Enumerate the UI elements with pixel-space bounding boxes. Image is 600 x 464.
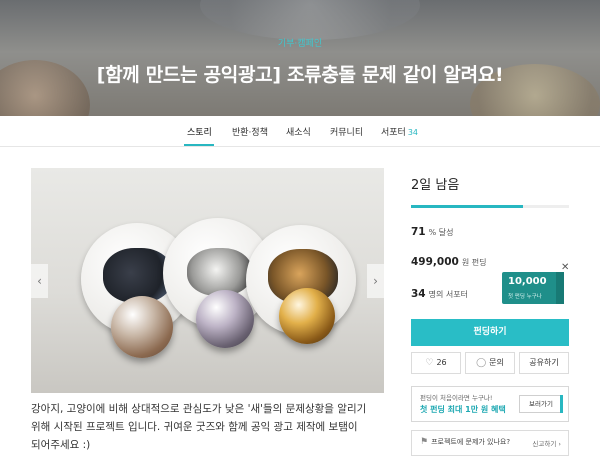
achievement-rate: 71% 달성: [411, 226, 454, 238]
tab-story[interactable]: 스토리: [187, 125, 212, 138]
heart-icon: ♡: [425, 358, 434, 368]
coupon-banner[interactable]: 10,000 첫 펀딩 누구나: [502, 272, 564, 304]
coupon-edge: [556, 272, 564, 304]
coupon-subtext: 첫 펀딩 누구나: [508, 294, 542, 300]
report-link[interactable]: 신고하기 ›: [532, 438, 561, 448]
glass-magnet-2: [196, 290, 254, 348]
report-question: ⚑ 프로젝트에 문제가 있나요?: [420, 437, 510, 447]
summary-line: 위해 시작된 프로젝트 입니다. 귀여운 굿즈와 함께 공익 광고 제작에 보탬…: [31, 421, 358, 433]
summary-line: 되어주세요 :): [31, 439, 91, 451]
funding-progress-fill: [411, 205, 524, 208]
inquiry-label: 문의: [489, 358, 504, 367]
like-count: 26: [436, 358, 447, 367]
tab-supporters[interactable]: 서포터 34: [381, 125, 418, 138]
summary-line: 강아지, 고양이에 비해 상대적으로 관심도가 낮은 '새'들의 문제상황을 알…: [31, 403, 367, 415]
flag-icon: ⚑: [420, 437, 429, 447]
project-main-image: ‹ ›: [31, 168, 384, 393]
tab-community[interactable]: 커뮤니티: [330, 125, 363, 138]
supporter-count-badge: 34: [407, 128, 419, 137]
promo-line-2: 첫 펀딩 최대 1만 원 혜택: [420, 405, 506, 414]
glass-magnet-3: [279, 288, 335, 344]
close-icon[interactable]: ✕: [561, 262, 569, 273]
hero-background-shape: [200, 0, 420, 40]
report-box: ⚑ 프로젝트에 문제가 있나요? 신고하기 ›: [411, 430, 569, 456]
project-summary: 강아지, 고양이에 비해 상대적으로 관심도가 낮은 '새'들의 문제상황을 알…: [31, 400, 371, 454]
promo-view-button[interactable]: 보러가기: [519, 395, 563, 413]
chevron-right-icon[interactable]: ›: [367, 264, 384, 298]
chat-icon: ◯: [476, 358, 487, 368]
tab-refund-policy[interactable]: 반환·정책: [232, 125, 268, 138]
days-remaining: 2일 남음: [411, 178, 460, 193]
funded-amount: 499,000 원 펀딩: [411, 256, 487, 268]
report-question-text: 프로젝트에 문제가 있나요?: [431, 438, 511, 446]
inquiry-button[interactable]: ◯ 문의: [465, 352, 515, 374]
first-funding-promo[interactable]: 펀딩이 처음이라면 누구나! 첫 펀딩 최대 1만 원 혜택 보러가기: [411, 386, 569, 422]
chevron-left-icon[interactable]: ‹: [31, 264, 48, 298]
funding-progress-bar: [411, 205, 569, 208]
like-button[interactable]: ♡ 26: [411, 352, 461, 374]
active-tab-indicator: [184, 144, 214, 146]
hero-banner: 기부·캠페인 [함께 만드는 공익광고] 조류충돌 문제 같이 알려요!: [0, 0, 600, 116]
coupon-amount: 10,000: [508, 276, 547, 287]
project-category[interactable]: 기부·캠페인: [0, 36, 600, 49]
promo-line-1: 펀딩이 처음이라면 누구나!: [420, 394, 493, 402]
glass-magnet-1: [111, 296, 173, 358]
fund-button[interactable]: 펀딩하기: [411, 319, 569, 346]
tab-news[interactable]: 새소식: [286, 125, 311, 138]
share-button[interactable]: 공유하기: [519, 352, 569, 374]
supporter-total: 34 명의 서포터: [411, 288, 468, 300]
project-tabs: 스토리 반환·정책 새소식 커뮤니티 서포터 34: [0, 116, 600, 147]
project-title: [함께 만드는 공익광고] 조류충돌 문제 같이 알려요!: [96, 64, 504, 86]
